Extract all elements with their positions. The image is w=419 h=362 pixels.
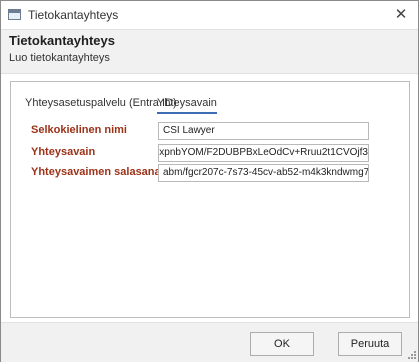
close-icon[interactable]: ✕ bbox=[391, 6, 411, 24]
dialog-window: Tietokantayhteys ✕ Tietokantayhteys Luo … bbox=[0, 0, 419, 362]
tab-connection-key[interactable]: Yhteysavain bbox=[157, 97, 217, 114]
resize-grip-icon[interactable] bbox=[407, 350, 416, 359]
dialog-header: Tietokantayhteys Luo tietokantayhteys bbox=[1, 29, 418, 74]
password-field[interactable]: abm/fgcr207c-7s73-45cv-ab52-m4k3kndwmg72… bbox=[158, 164, 369, 182]
title-bar[interactable]: Tietokantayhteys ✕ bbox=[1, 1, 418, 29]
key-field[interactable]: 9WqD1jxBLuxpnbYOM/F2DUBPBxLeOdCv+Rruu2t1… bbox=[158, 144, 369, 162]
ok-button[interactable]: OK bbox=[250, 332, 314, 356]
cancel-button[interactable]: Peruuta bbox=[338, 332, 402, 356]
name-field[interactable]: CSI Lawyer bbox=[158, 122, 369, 140]
header-subtitle: Luo tietokantayhteys bbox=[9, 52, 110, 64]
window-title: Tietokantayhteys bbox=[28, 8, 119, 22]
tab-entra-id[interactable]: Yhteysasetuspalvelu (Entra ID) bbox=[25, 97, 177, 109]
dialog-footer: OK Peruuta bbox=[1, 322, 418, 362]
key-label: Yhteysavain bbox=[31, 146, 96, 158]
content-panel: Yhteysasetuspalvelu (Entra ID) Yhteysava… bbox=[10, 81, 410, 318]
header-title: Tietokantayhteys bbox=[9, 33, 115, 48]
password-label: Yhteysavaimen salasana bbox=[31, 166, 161, 178]
window-icon bbox=[8, 9, 21, 20]
name-label: Selkokielinen nimi bbox=[31, 124, 127, 136]
